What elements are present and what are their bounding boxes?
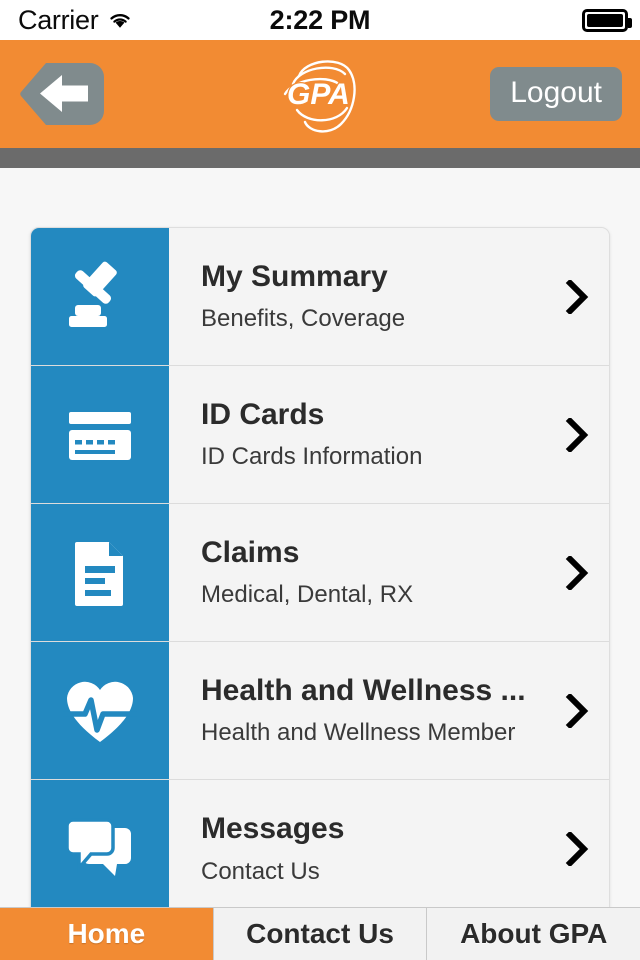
menu-item-title: ID Cards [201,397,325,431]
gavel-icon [31,228,169,365]
chat-bubbles-icon [31,780,169,907]
main-content: My Summary Benefits, Coverage ID Cards I… [0,168,640,907]
menu-item-subtitle: Medical, Dental, RX [201,581,414,609]
menu-item-text: My Summary Benefits, Coverage [169,228,553,365]
svg-text:GPA: GPA [287,78,350,111]
clock-label: 2:22 PM [269,4,371,35]
menu-item-title: Claims [201,535,300,569]
tab-home[interactable]: Home [0,908,214,960]
menu-item-claims[interactable]: Claims Medical, Dental, RX [31,504,609,642]
app-root: Carrier 2:22 PM GPA Logout My Summary Be… [0,0,640,960]
menu-item-text: Claims Medical, Dental, RX [169,504,553,641]
logout-button[interactable]: Logout [490,67,622,121]
header-divider-strip [0,148,640,168]
menu-item-title: My Summary [201,259,388,293]
heart-pulse-icon [31,642,169,779]
back-button[interactable] [18,61,106,127]
menu-item-subtitle: Contact Us [201,857,320,885]
menu-card: My Summary Benefits, Coverage ID Cards I… [30,227,610,907]
app-header: GPA Logout [0,40,640,148]
battery-full-icon [582,8,632,32]
chevron-right-icon [553,780,609,907]
menu-item-health-and-wellness[interactable]: Health and Wellness ... Health and Welln… [31,642,609,780]
gpa-logo: GPA [255,54,385,134]
credit-card-icon [31,366,169,503]
chevron-right-icon [553,366,609,503]
tab-contact-us[interactable]: Contact Us [213,908,428,960]
chevron-right-icon [553,504,609,641]
menu-item-title: Messages [201,812,345,846]
document-icon [31,504,169,641]
menu-item-text: Health and Wellness ... Health and Welln… [169,642,553,779]
menu-item-subtitle: Benefits, Coverage [201,305,406,333]
chevron-right-icon [553,642,609,779]
chevron-right-icon [553,228,609,365]
menu-item-text: Messages Contact Us [169,780,553,907]
menu-item-text: ID Cards ID Cards Information [169,366,553,503]
status-bar: Carrier 2:22 PM [0,0,640,40]
menu-item-subtitle: ID Cards Information [201,443,423,471]
tab-about-gpa[interactable]: About GPA [427,908,640,960]
menu-item-id-cards[interactable]: ID Cards ID Cards Information [31,366,609,504]
menu-item-subtitle: Health and Wellness Member [201,719,516,747]
bottom-tab-bar: Home Contact Us About GPA [0,907,640,960]
menu-item-title: Health and Wellness ... [201,673,526,707]
menu-item-messages[interactable]: Messages Contact Us [31,780,609,907]
menu-item-my-summary[interactable]: My Summary Benefits, Coverage [31,228,609,366]
